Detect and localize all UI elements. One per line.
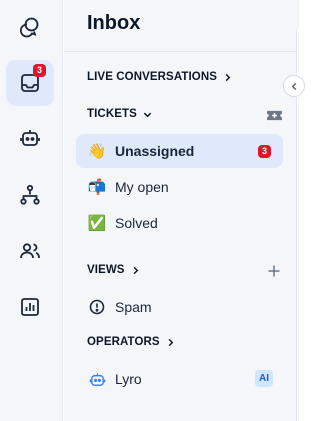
title-divider [64, 51, 299, 52]
tickets-section[interactable]: TICKETS [87, 108, 152, 120]
rail-bot[interactable] [6, 115, 54, 161]
page-title: Inbox [87, 12, 141, 34]
views-label: VIEWS [87, 264, 125, 276]
operators-label: OPERATORS [87, 336, 160, 348]
rail-flows[interactable] [6, 172, 54, 218]
collapse-sidebar-button[interactable] [283, 75, 305, 97]
rail-conversations[interactable] [6, 4, 54, 50]
chevron-left-icon [291, 82, 296, 90]
live-conversations-section[interactable]: LIVE CONVERSATIONS [87, 71, 232, 83]
ai-tag: AI [255, 370, 273, 387]
rail-inbox[interactable]: 3 [6, 60, 54, 106]
ticket-item-label: My open [115, 179, 169, 195]
chevron-right-icon [168, 338, 174, 346]
bot-icon [20, 130, 40, 146]
rail-analytics[interactable] [6, 284, 54, 330]
chevron-right-icon [133, 266, 138, 274]
views-section[interactable]: VIEWS [87, 264, 140, 276]
waving-hand-icon: 👋 [87, 142, 107, 160]
contacts-icon [20, 243, 40, 259]
alert-circle-icon [86, 299, 108, 315]
rail-contacts[interactable] [6, 228, 54, 274]
left-rail: 3 [0, 0, 63, 421]
mailbox-icon: 📬 [87, 178, 107, 196]
add-ticket-button[interactable] [265, 106, 283, 124]
check-mark-icon: ✅ [87, 214, 107, 232]
view-item-label: Spam [115, 299, 152, 315]
flow-icon [20, 184, 40, 205]
chevron-right-icon [225, 73, 231, 81]
ticket-item-my-open[interactable]: 📬 My open [76, 170, 283, 204]
ticket-item-unassigned[interactable]: 👋 Unassigned 3 [76, 134, 283, 168]
lyro-bot-icon [86, 371, 108, 388]
chat-bubbles-icon [19, 17, 39, 38]
plus-icon [268, 265, 280, 277]
add-view-button[interactable] [265, 262, 283, 280]
live-conversations-label: LIVE CONVERSATIONS [87, 71, 218, 83]
operators-section[interactable]: OPERATORS [87, 336, 175, 348]
view-item-spam[interactable]: Spam [76, 290, 283, 324]
rail-inbox-badge: 3 [33, 64, 46, 77]
ticket-item-label: Solved [115, 215, 158, 231]
operator-item-lyro[interactable]: Lyro AI [76, 362, 283, 396]
ticket-item-solved[interactable]: ✅ Solved [76, 206, 283, 240]
chevron-down-icon [143, 112, 152, 117]
tickets-label: TICKETS [87, 108, 137, 120]
unassigned-count-badge: 3 [258, 145, 271, 158]
ticket-item-label: Unassigned [115, 143, 195, 159]
operator-item-label: Lyro [115, 371, 142, 387]
analytics-icon [21, 298, 39, 316]
ticket-add-icon [266, 110, 282, 120]
inbox-panel: Inbox LIVE CONVERSATIONS TICKETS 👋 Unass… [64, 0, 299, 421]
